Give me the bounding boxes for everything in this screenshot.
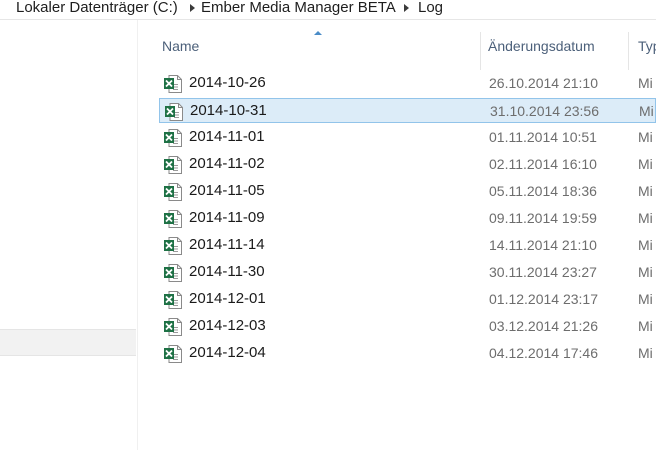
file-type: Mi [638,264,653,280]
excel-file-icon [163,290,183,310]
excel-file-icon [164,102,184,122]
excel-file-icon [163,317,183,337]
column-header-date[interactable]: Änderungsdatum [488,38,595,54]
breadcrumb-item-folder[interactable]: Ember Media Manager BETA [201,0,396,16]
file-row[interactable]: 2014-10-31 31.10.2014 23:56 Mi [159,98,656,123]
file-row[interactable]: 2014-11-09 09.11.2014 19:59 Mi [159,206,656,231]
breadcrumb-item-drive[interactable]: Lokaler Datenträger (C:) [16,0,178,16]
file-row[interactable]: 2014-12-01 01.12.2014 23:17 Mi [159,287,656,312]
file-modified-date: 01.11.2014 10:51 [489,129,597,145]
file-modified-date: 30.11.2014 23:27 [489,264,597,280]
chevron-right-icon[interactable] [190,4,195,12]
file-name: 2014-10-31 [190,102,267,119]
file-modified-date: 05.11.2014 18:36 [489,183,597,199]
file-modified-date: 02.11.2014 16:10 [489,156,597,172]
excel-file-icon [163,128,183,148]
file-modified-date: 31.10.2014 23:56 [490,103,599,119]
column-header-name[interactable]: Name [162,38,199,54]
file-type: Mi [638,75,653,91]
file-name: 2014-12-04 [189,344,266,361]
file-row[interactable]: 2014-11-14 14.11.2014 21:10 Mi [159,233,656,258]
file-row[interactable]: 2014-12-03 03.12.2014 21:26 Mi [159,314,656,339]
breadcrumb: Lokaler Datenträger (C:) Ember Media Man… [0,0,656,20]
navigation-pane[interactable] [0,20,138,450]
file-name: 2014-12-01 [189,290,266,307]
file-type: Mi [639,103,654,119]
file-name: 2014-11-05 [189,182,265,199]
column-divider[interactable] [480,32,481,70]
file-row[interactable]: 2014-11-01 01.11.2014 10:51 Mi [159,125,656,150]
sort-ascending-icon [314,31,322,35]
file-modified-date: 03.12.2014 21:26 [489,318,598,334]
file-row[interactable]: 2014-11-02 02.11.2014 16:10 Mi [159,152,656,177]
file-name: 2014-11-09 [189,209,265,226]
file-row[interactable]: 2014-11-05 05.11.2014 18:36 Mi [159,179,656,204]
file-type: Mi [638,129,653,145]
file-modified-date: 01.12.2014 23:17 [489,291,598,307]
file-type: Mi [638,237,653,253]
file-name: 2014-10-26 [189,74,266,91]
breadcrumb-item-log[interactable]: Log [418,0,443,16]
file-name: 2014-11-14 [189,236,265,253]
file-modified-date: 26.10.2014 21:10 [489,75,598,91]
file-type: Mi [638,318,653,334]
file-type: Mi [638,210,653,226]
excel-file-icon [163,263,183,283]
file-modified-date: 14.11.2014 21:10 [489,237,597,253]
chevron-right-icon[interactable] [404,4,409,12]
file-row[interactable]: 2014-12-04 04.12.2014 17:46 Mi [159,341,656,366]
file-name: 2014-11-01 [189,128,265,145]
nav-selected-item[interactable] [0,329,136,356]
file-type: Mi [638,291,653,307]
file-modified-date: 04.12.2014 17:46 [489,345,598,361]
excel-file-icon [163,74,183,94]
file-name: 2014-11-02 [189,155,265,172]
file-row[interactable]: 2014-11-30 30.11.2014 23:27 Mi [159,260,656,285]
column-header-type[interactable]: Typ [638,38,656,54]
excel-file-icon [163,236,183,256]
excel-file-icon [163,209,183,229]
file-type: Mi [638,156,653,172]
file-type: Mi [638,345,653,361]
file-name: 2014-12-03 [189,317,266,334]
excel-file-icon [163,182,183,202]
file-name: 2014-11-30 [189,263,265,280]
column-header-bar: Name Änderungsdatum Typ [138,20,656,70]
file-row[interactable]: 2014-10-26 26.10.2014 21:10 Mi [159,71,656,96]
excel-file-icon [163,344,183,364]
excel-file-icon [163,155,183,175]
column-divider[interactable] [628,32,629,70]
file-type: Mi [638,183,653,199]
file-modified-date: 09.11.2014 19:59 [489,210,597,226]
